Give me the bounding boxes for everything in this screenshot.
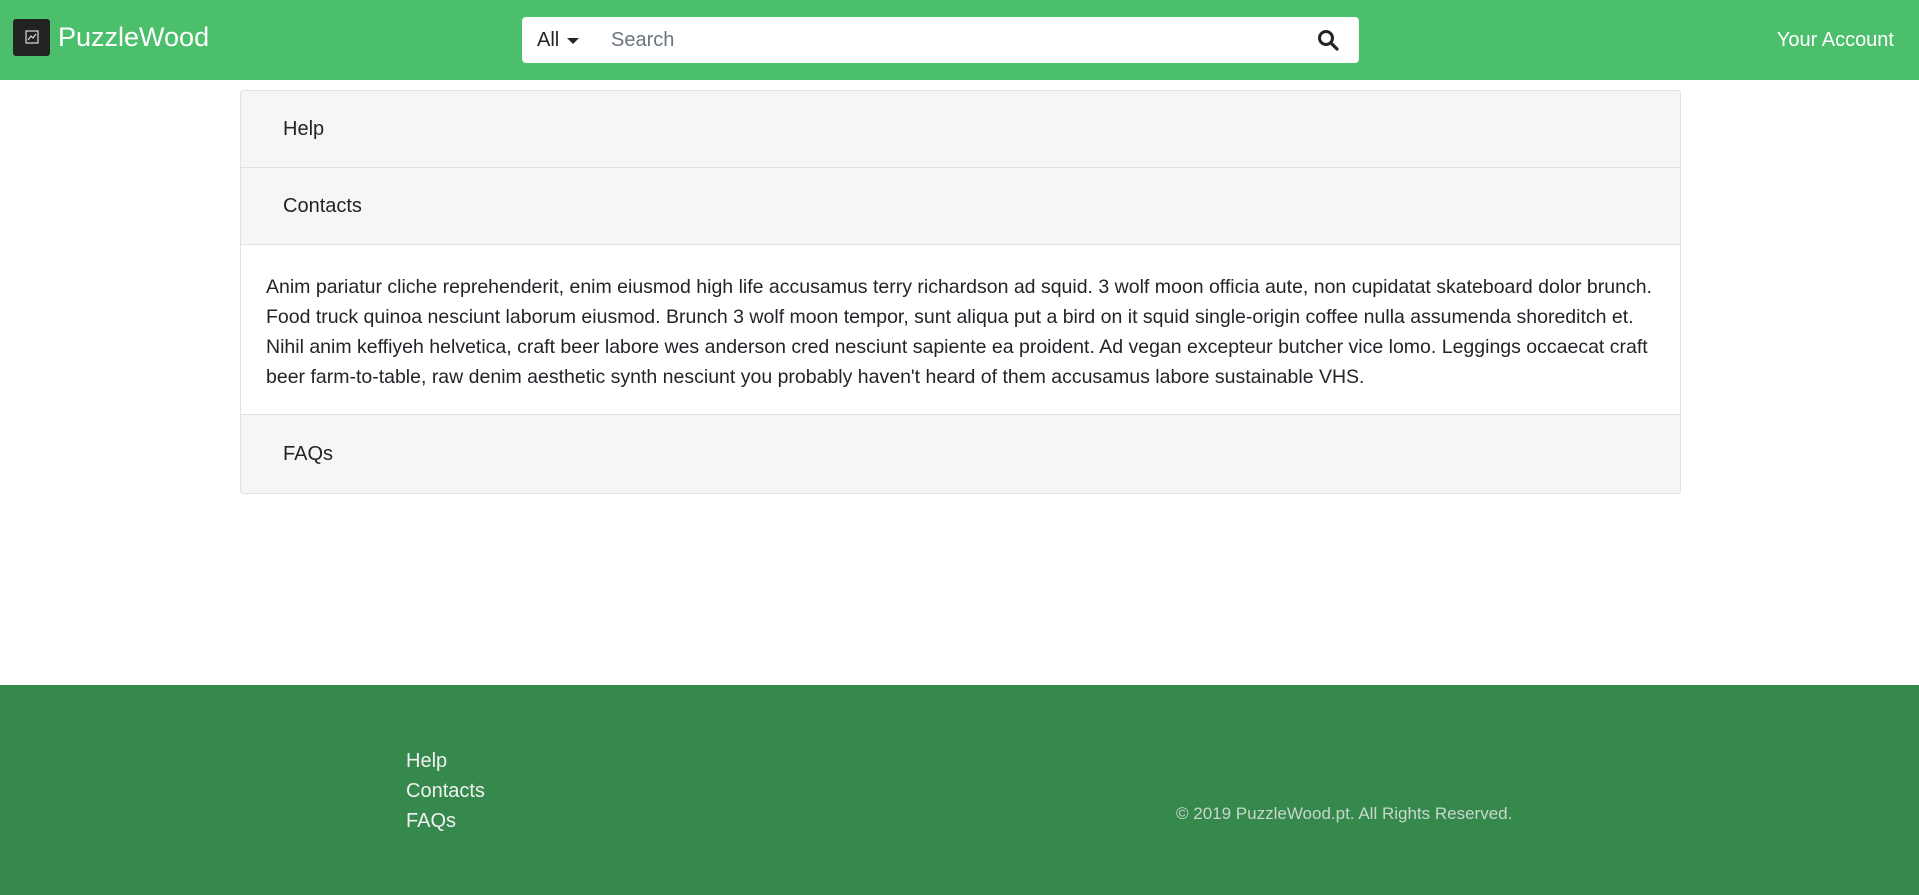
caret-down-icon <box>567 38 580 44</box>
search-category-label: All <box>537 28 560 51</box>
search-icon <box>1318 30 1339 51</box>
search-button[interactable] <box>1297 17 1359 63</box>
your-account-link[interactable]: Your Account <box>1777 26 1894 54</box>
page-footer: Help Contacts FAQs © 2019 PuzzleWood.pt.… <box>0 685 1919 895</box>
broken-image-icon <box>13 18 50 56</box>
footer-links: Help Contacts FAQs <box>406 746 485 836</box>
accordion-header-faqs[interactable]: FAQs <box>241 415 1680 493</box>
accordion-header-contacts[interactable]: Contacts <box>241 168 1680 245</box>
copyright-text: © 2019 PuzzleWood.pt. All Rights Reserve… <box>1176 804 1513 823</box>
brand-link[interactable]: PuzzleWood <box>13 18 209 56</box>
footer-link-help[interactable]: Help <box>406 746 485 776</box>
footer-link-contacts[interactable]: Contacts <box>406 776 485 806</box>
search-category-dropdown[interactable]: All <box>522 17 597 63</box>
top-navbar: PuzzleWood All Your Account <box>0 0 1919 80</box>
search-bar: All <box>522 17 1359 63</box>
footer-link-faqs[interactable]: FAQs <box>406 806 485 836</box>
brand-name: PuzzleWood <box>58 22 210 52</box>
accordion-header-help[interactable]: Help <box>241 91 1680 168</box>
accordion-body-contacts: Anim pariatur cliche reprehenderit, enim… <box>241 245 1680 415</box>
search-input[interactable] <box>597 17 1297 63</box>
info-accordion: Help Contacts Anim pariatur cliche repre… <box>240 90 1681 494</box>
